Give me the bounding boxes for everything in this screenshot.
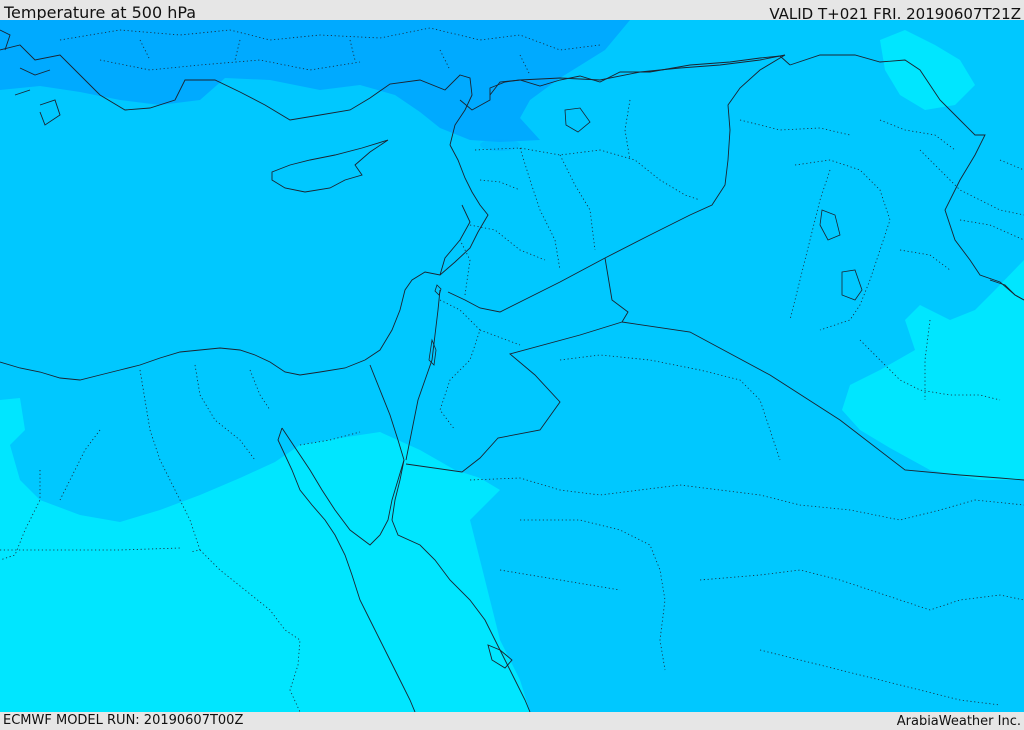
temp-patch-levant xyxy=(480,139,520,151)
credit-text: ArabiaWeather Inc. xyxy=(896,714,1021,729)
map-canvas xyxy=(0,20,1024,712)
weather-map[interactable] xyxy=(0,20,1024,712)
footer-bar: ECMWF MODEL RUN: 20190607T00Z ArabiaWeat… xyxy=(0,712,1024,729)
header-bar: Temperature at 500 hPa VALID T+021 FRI. … xyxy=(0,0,1024,23)
model-run: ECMWF MODEL RUN: 20190607T00Z xyxy=(3,713,244,728)
